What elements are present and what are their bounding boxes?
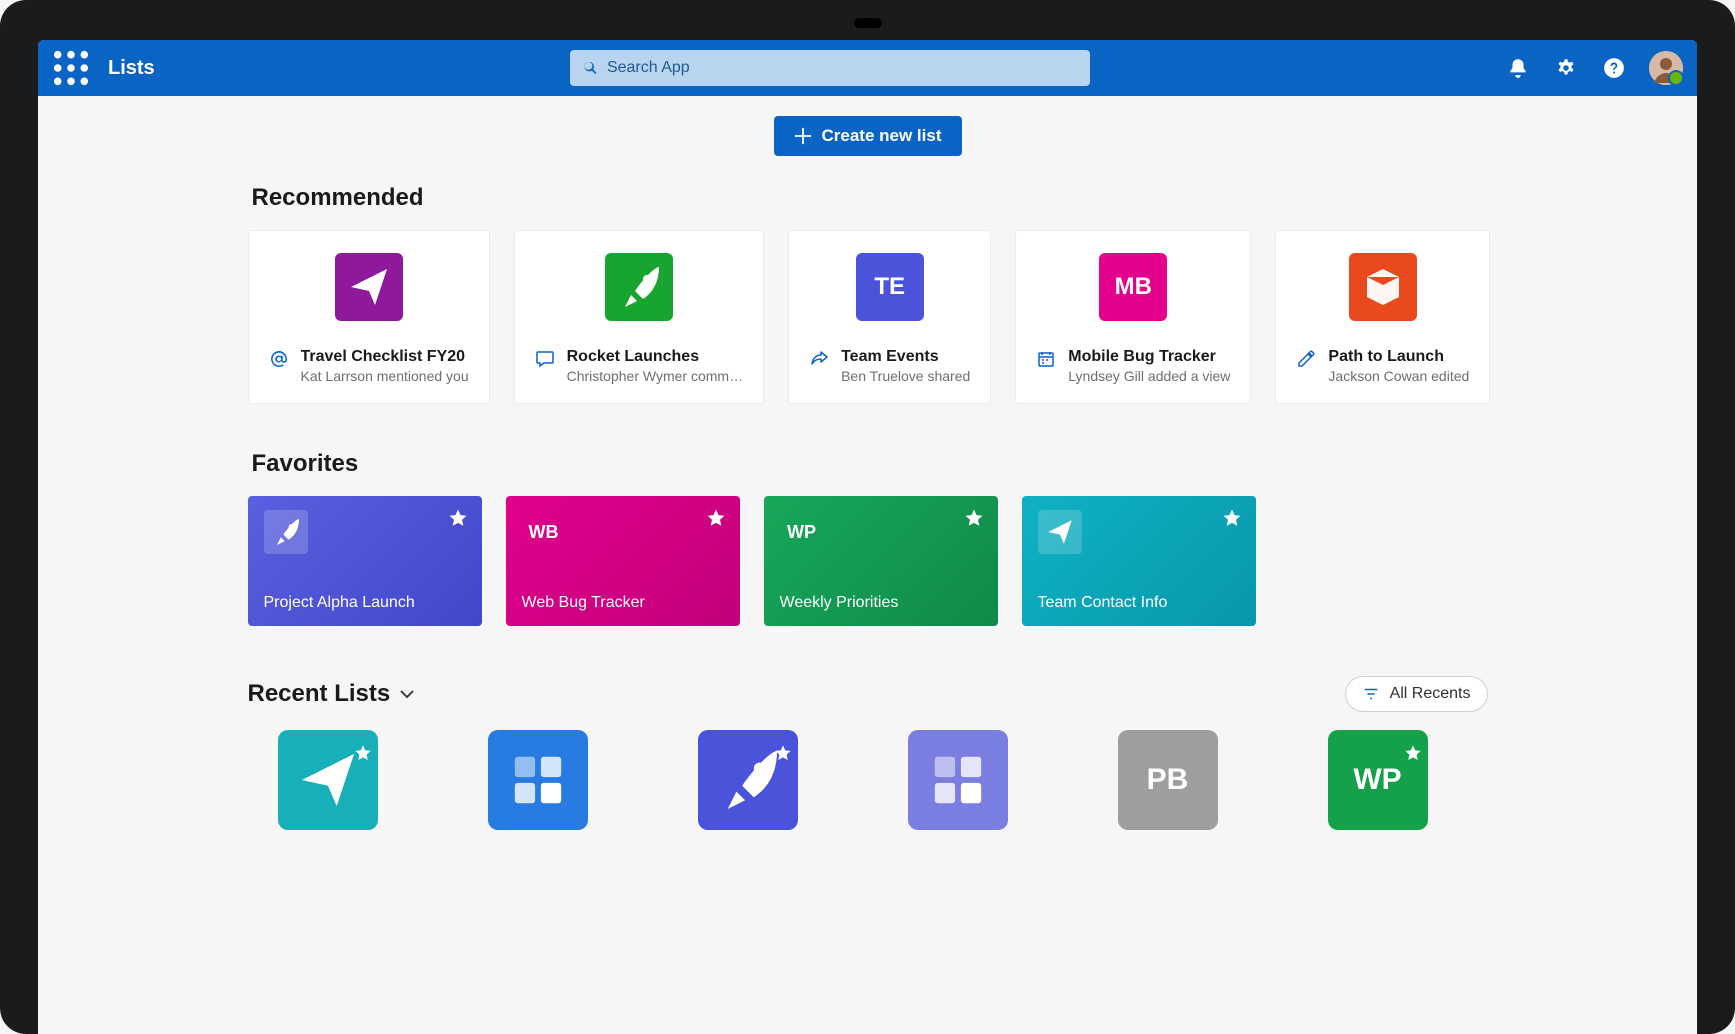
favorite-star-icon[interactable] [354,736,372,754]
recommended-title: Path to Launch [1328,347,1469,367]
favorite-star-icon[interactable] [1222,508,1242,528]
recommended-subtitle: Ben Truelove shared [841,367,970,385]
list-tile: WP [780,510,824,554]
favorite-card[interactable]: Project Alpha Launch [248,496,482,626]
favorite-title: Team Contact Info [1038,594,1240,612]
recommended-card[interactable]: Travel Checklist FY20 Kat Larrson mentio… [248,230,490,404]
help-icon [1603,57,1625,79]
mention-icon [269,349,289,369]
favorite-star-icon[interactable] [964,508,984,528]
recent-list-tile[interactable]: WP [1328,730,1428,830]
pencil-icon [1296,349,1316,369]
favorite-card[interactable]: WP Weekly Priorities [764,496,998,626]
recommended-title: Mobile Bug Tracker [1068,347,1230,367]
chevron-down-icon [398,685,416,703]
recommended-title: Rocket Launches [567,347,743,367]
gear-icon [1555,57,1577,79]
search-icon [582,59,599,77]
settings-button[interactable] [1553,55,1579,81]
user-avatar[interactable] [1649,51,1683,85]
list-tile [605,253,673,321]
list-tile [1349,253,1417,321]
favorites-heading: Favorites [252,450,1488,478]
rocket-icon [273,519,299,545]
rocket-icon [719,751,777,809]
recent-heading: Recent Lists [248,680,391,708]
paperplane-icon [1047,519,1073,545]
recommended-card[interactable]: Path to Launch Jackson Cowan edited [1275,230,1490,404]
notifications-button[interactable] [1505,55,1531,81]
list-tile [1038,510,1082,554]
recommended-subtitle: Jackson Cowan edited [1328,367,1469,385]
favorite-title: Project Alpha Launch [264,594,466,612]
app-launcher-button[interactable] [52,49,90,87]
favorite-title: Weekly Priorities [780,594,982,612]
create-button-label: Create new list [822,126,942,146]
recent-filter-button[interactable]: All Recents [1345,676,1488,712]
grid-icon [509,751,567,809]
recommended-title: Travel Checklist FY20 [301,347,469,367]
favorite-card[interactable]: WB Web Bug Tracker [506,496,740,626]
recent-list-tile[interactable] [908,730,1008,830]
recommended-subtitle: Christopher Wymer comm… [567,367,743,385]
list-tile [335,253,403,321]
recommended-subtitle: Kat Larrson mentioned you [301,367,469,385]
recommended-card[interactable]: TE Team Events Ben Truelove shared [788,230,991,404]
favorite-card[interactable]: Team Contact Info [1022,496,1256,626]
favorite-star-icon[interactable] [448,508,468,528]
recent-list-tile[interactable] [488,730,588,830]
create-new-list-button[interactable]: Create new list [774,116,962,156]
help-button[interactable] [1601,55,1627,81]
recent-list-tile[interactable]: PB [1118,730,1218,830]
favorite-title: Web Bug Tracker [522,594,724,612]
list-tile: MB [1099,253,1167,321]
comment-icon [535,349,555,369]
recent-list-tile[interactable] [698,730,798,830]
app-header: Lists [38,40,1697,96]
search-box[interactable] [570,50,1090,86]
filter-label: All Recents [1390,685,1471,703]
share-icon [809,349,829,369]
recent-list-tile[interactable] [278,730,378,830]
cube-icon [1363,267,1403,307]
favorite-star-icon[interactable] [706,508,726,528]
app-title: Lists [108,57,155,80]
recommended-card[interactable]: MB Mobile Bug Tracker Lyndsey Gill added… [1015,230,1251,404]
plus-icon [794,127,812,145]
bell-icon [1507,57,1529,79]
calendar-icon [1036,349,1056,369]
grid-icon [929,751,987,809]
search-input[interactable] [607,59,1078,77]
recommended-heading: Recommended [252,184,1488,212]
list-tile: TE [856,253,924,321]
filter-icon [1362,685,1380,703]
recent-lists-toggle[interactable]: Recent Lists [248,680,417,708]
paperplane-icon [299,751,357,809]
list-tile: WB [522,510,566,554]
recommended-title: Team Events [841,347,970,367]
favorite-star-icon[interactable] [1404,736,1422,754]
recommended-card[interactable]: Rocket Launches Christopher Wymer comm… [514,230,764,404]
recommended-subtitle: Lyndsey Gill added a view [1068,367,1230,385]
list-tile [264,510,308,554]
paperplane-icon [349,267,389,307]
favorite-star-icon[interactable] [774,736,792,754]
rocket-icon [619,267,659,307]
